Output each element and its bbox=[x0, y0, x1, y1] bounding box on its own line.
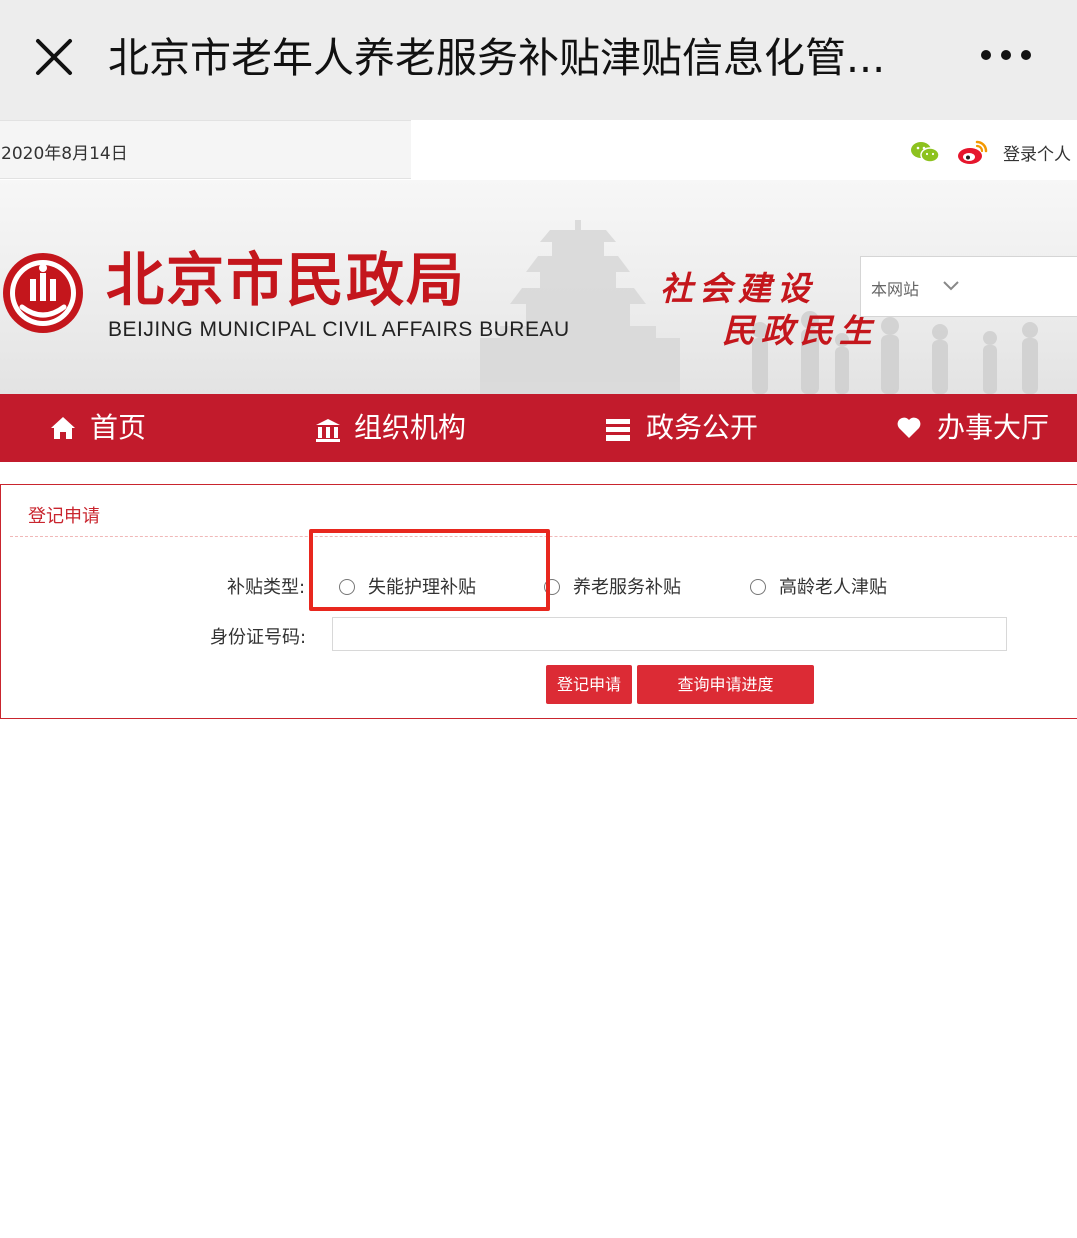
nav-label: 组织机构 bbox=[354, 411, 467, 444]
main-nav: 首页 组织机构 政务公开 办事大厅 bbox=[0, 394, 1077, 462]
id-number-label: 身份证号码: bbox=[210, 627, 307, 648]
nav-label: 首页 bbox=[90, 411, 147, 444]
subsidy-type-label: 补贴类型: bbox=[227, 577, 306, 598]
register-button[interactable]: 登记申请 bbox=[546, 665, 632, 704]
close-icon[interactable] bbox=[30, 33, 78, 81]
option-label-elderly-service[interactable]: 养老服务补贴 bbox=[573, 573, 681, 599]
nav-item-service-hall[interactable]: 办事大厅 bbox=[896, 394, 1077, 462]
nav-item-organization[interactable]: 组织机构 bbox=[313, 394, 483, 462]
more-options-icon[interactable] bbox=[978, 40, 1038, 70]
date-box: 2020年8月14日 bbox=[0, 120, 411, 179]
page-title: 北京市老年人养老服务补贴津贴信息化管... bbox=[108, 34, 886, 82]
slogan-line-1: 社会建设 bbox=[660, 269, 816, 308]
option-label-senior-allowance[interactable]: 高龄老人津贴 bbox=[779, 573, 887, 599]
document-stack-icon bbox=[606, 419, 630, 441]
query-progress-button[interactable]: 查询申请进度 bbox=[637, 665, 814, 704]
bureau-name-cn: 北京市民政局 bbox=[106, 246, 467, 314]
home-icon bbox=[51, 417, 75, 439]
annotation-highlight-box bbox=[309, 529, 550, 611]
institution-icon bbox=[316, 419, 340, 442]
nav-item-gov-affairs[interactable]: 政务公开 bbox=[605, 394, 775, 462]
current-date: 2020年8月14日 bbox=[1, 144, 128, 164]
chevron-down-icon[interactable] bbox=[942, 280, 960, 292]
panel-title: 登记申请 bbox=[28, 506, 100, 527]
login-link[interactable]: 登录个人 bbox=[1003, 140, 1071, 165]
heart-icon bbox=[897, 417, 921, 438]
weibo-icon[interactable] bbox=[957, 139, 989, 165]
slogan-line-2: 民政民生 bbox=[722, 311, 878, 350]
id-number-input[interactable] bbox=[332, 617, 1007, 651]
nav-label: 政务公开 bbox=[646, 411, 759, 444]
nav-item-home[interactable]: 首页 bbox=[48, 394, 168, 462]
search-scope-select[interactable]: 本网站 bbox=[871, 276, 919, 300]
radio-senior-allowance[interactable] bbox=[750, 579, 766, 595]
wechat-icon[interactable] bbox=[910, 140, 940, 164]
bureau-emblem-logo bbox=[3, 253, 83, 333]
app-title-bar: 北京市老年人养老服务补贴津贴信息化管... bbox=[0, 0, 1077, 120]
bureau-name-en: BEIJING MUNICIPAL CIVIL AFFAIRS BUREAU bbox=[108, 318, 570, 341]
nav-label: 办事大厅 bbox=[937, 411, 1050, 444]
